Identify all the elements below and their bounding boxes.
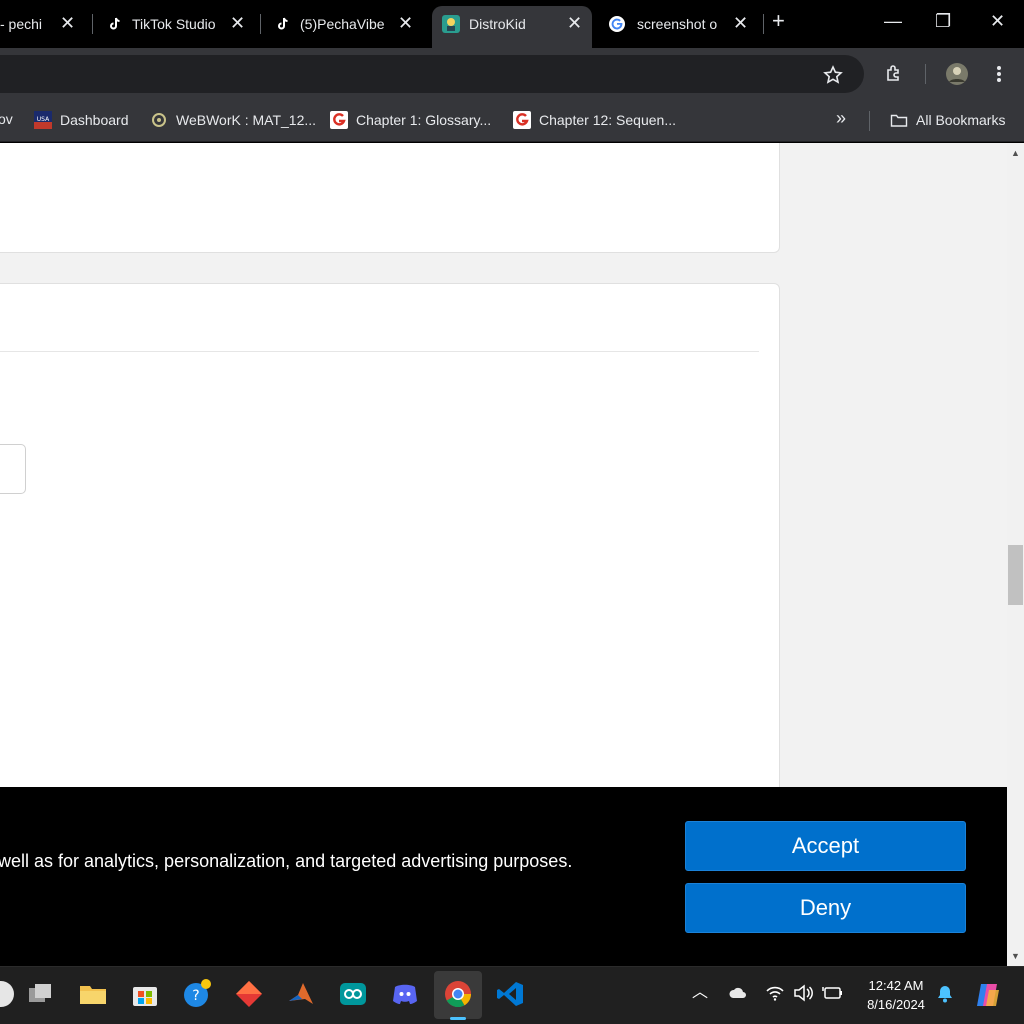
tab-close-button[interactable]: ✕: [733, 14, 748, 32]
usa-icon: USA: [34, 111, 52, 129]
svg-text:USA: USA: [37, 116, 50, 123]
close-window-button[interactable]: ✕: [990, 12, 1005, 30]
windows-taskbar: ? ︿ 12:42 AM 8/16/2024: [0, 966, 1024, 1024]
system-clock[interactable]: 12:42 AM 8/16/2024: [856, 976, 936, 1014]
bookmark-star-icon[interactable]: [823, 65, 843, 85]
bookmark-chapter-12[interactable]: Chapter 12: Sequen...: [513, 111, 676, 129]
menu-icon[interactable]: [994, 64, 1004, 84]
address-bar[interactable]: [0, 55, 864, 93]
cookie-banner-text: well as for analytics, personalization, …: [0, 851, 573, 871]
toolbar-separator: [925, 64, 926, 84]
active-app-indicator: [450, 1017, 466, 1020]
browser-toolbar: [0, 48, 1024, 100]
all-bookmarks-label: All Bookmarks: [916, 112, 1006, 128]
distrokid-icon: [442, 15, 460, 33]
tab-close-button[interactable]: ✕: [398, 14, 413, 32]
tab-title: screenshot o: [637, 16, 718, 32]
file-explorer-icon[interactable]: [78, 979, 108, 1009]
bookmark-label: Chapter 1: Glossary...: [356, 112, 492, 128]
scroll-down-arrow-icon[interactable]: ▼: [1008, 949, 1023, 964]
arduino-icon[interactable]: [338, 979, 368, 1009]
folder-icon: [890, 114, 908, 127]
tab-title: (5)PechaVibe: [300, 16, 384, 32]
copilot-icon[interactable]: [973, 980, 1003, 1010]
onedrive-cloud-icon[interactable]: [728, 984, 748, 1002]
tab-close-button[interactable]: ✕: [230, 14, 245, 32]
tab-tiktok-studio[interactable]: TikTok Studio ✕: [100, 6, 255, 42]
tab-separator: [260, 14, 261, 34]
tiktok-icon: [274, 15, 292, 33]
extensions-icon[interactable]: [884, 64, 904, 84]
card-divider: [0, 351, 759, 352]
bookmark-label: Chapter 12: Sequen...: [539, 112, 676, 128]
clock-time: 12:42 AM: [868, 978, 924, 993]
red-diamond-app-icon[interactable]: [234, 979, 264, 1009]
new-tab-button[interactable]: +: [772, 10, 785, 32]
bookmark-dashboard[interactable]: USA Dashboard: [34, 111, 129, 129]
scroll-up-arrow-icon[interactable]: ▲: [1008, 146, 1023, 161]
battery-icon[interactable]: [822, 984, 844, 1002]
content-card: [0, 143, 780, 253]
tab-separator: [92, 14, 93, 34]
volume-icon[interactable]: [793, 984, 813, 1002]
task-view-icon[interactable]: [26, 979, 56, 1009]
tab-pechavibe[interactable]: (5)PechaVibe ✕: [268, 6, 423, 42]
tab-strip: - pechi ✕ TikTok Studio ✕ (5)PechaVibe ✕…: [0, 0, 1024, 48]
bookmark-label: ov: [0, 111, 13, 127]
tab-screenshot[interactable]: screenshot o ✕: [600, 6, 758, 42]
matlab-icon[interactable]: [286, 979, 316, 1009]
bookmarks-separator: [869, 111, 870, 131]
chapter-icon: [513, 111, 531, 129]
bookmark-label: Dashboard: [60, 112, 129, 128]
svg-text:?: ?: [192, 988, 199, 1004]
profile-avatar-icon[interactable]: [945, 62, 969, 86]
minimize-button[interactable]: —: [884, 12, 902, 30]
tab-title: DistroKid: [469, 16, 526, 32]
wifi-icon[interactable]: [766, 984, 784, 1002]
accept-button[interactable]: Accept: [685, 821, 966, 871]
all-bookmarks-button[interactable]: All Bookmarks: [890, 111, 1005, 129]
tab-close-button[interactable]: ✕: [567, 14, 582, 32]
scrollbar-thumb[interactable]: [1008, 545, 1023, 605]
bookmark-label: WeBWorK : MAT_12...: [176, 112, 317, 128]
chapter-icon: [330, 111, 348, 129]
bookmark-item[interactable]: ov: [0, 111, 13, 127]
clock-date: 8/16/2024: [867, 997, 925, 1012]
tab-close-button[interactable]: ✕: [60, 14, 75, 32]
discord-icon[interactable]: [390, 979, 420, 1009]
google-icon: [609, 16, 625, 32]
bookmark-chapter-1[interactable]: Chapter 1: Glossary...: [330, 111, 491, 129]
vscode-icon[interactable]: [495, 979, 525, 1009]
restore-button[interactable]: ❐: [935, 12, 951, 30]
text-input[interactable]: [0, 444, 26, 494]
tab-pechi[interactable]: - pechi ✕: [0, 6, 88, 42]
tab-title: - pechi: [0, 16, 43, 32]
chrome-icon[interactable]: [443, 979, 473, 1009]
tab-separator: [763, 14, 764, 34]
show-hidden-icons-icon[interactable]: ︿: [692, 984, 708, 1002]
deny-button[interactable]: Deny: [685, 883, 966, 933]
bookmarks-bar: ov USA Dashboard WeBWorK : MAT_12... Cha…: [0, 100, 1024, 142]
bookmarks-overflow-button[interactable]: »: [836, 108, 846, 129]
help-app-icon[interactable]: ?: [182, 979, 212, 1009]
cookie-banner: well as for analytics, personalization, …: [0, 787, 1007, 966]
taskbar-app-icon[interactable]: [0, 979, 16, 1009]
webwork-icon: [152, 113, 166, 127]
tab-title: TikTok Studio: [132, 16, 216, 32]
bookmark-webwork[interactable]: WeBWorK : MAT_12...: [150, 111, 316, 129]
microsoft-store-icon[interactable]: [130, 979, 160, 1009]
tiktok-icon: [106, 15, 124, 33]
notification-bell-icon[interactable]: [936, 984, 954, 1004]
tab-distrokid[interactable]: DistroKid ✕: [432, 6, 592, 48]
